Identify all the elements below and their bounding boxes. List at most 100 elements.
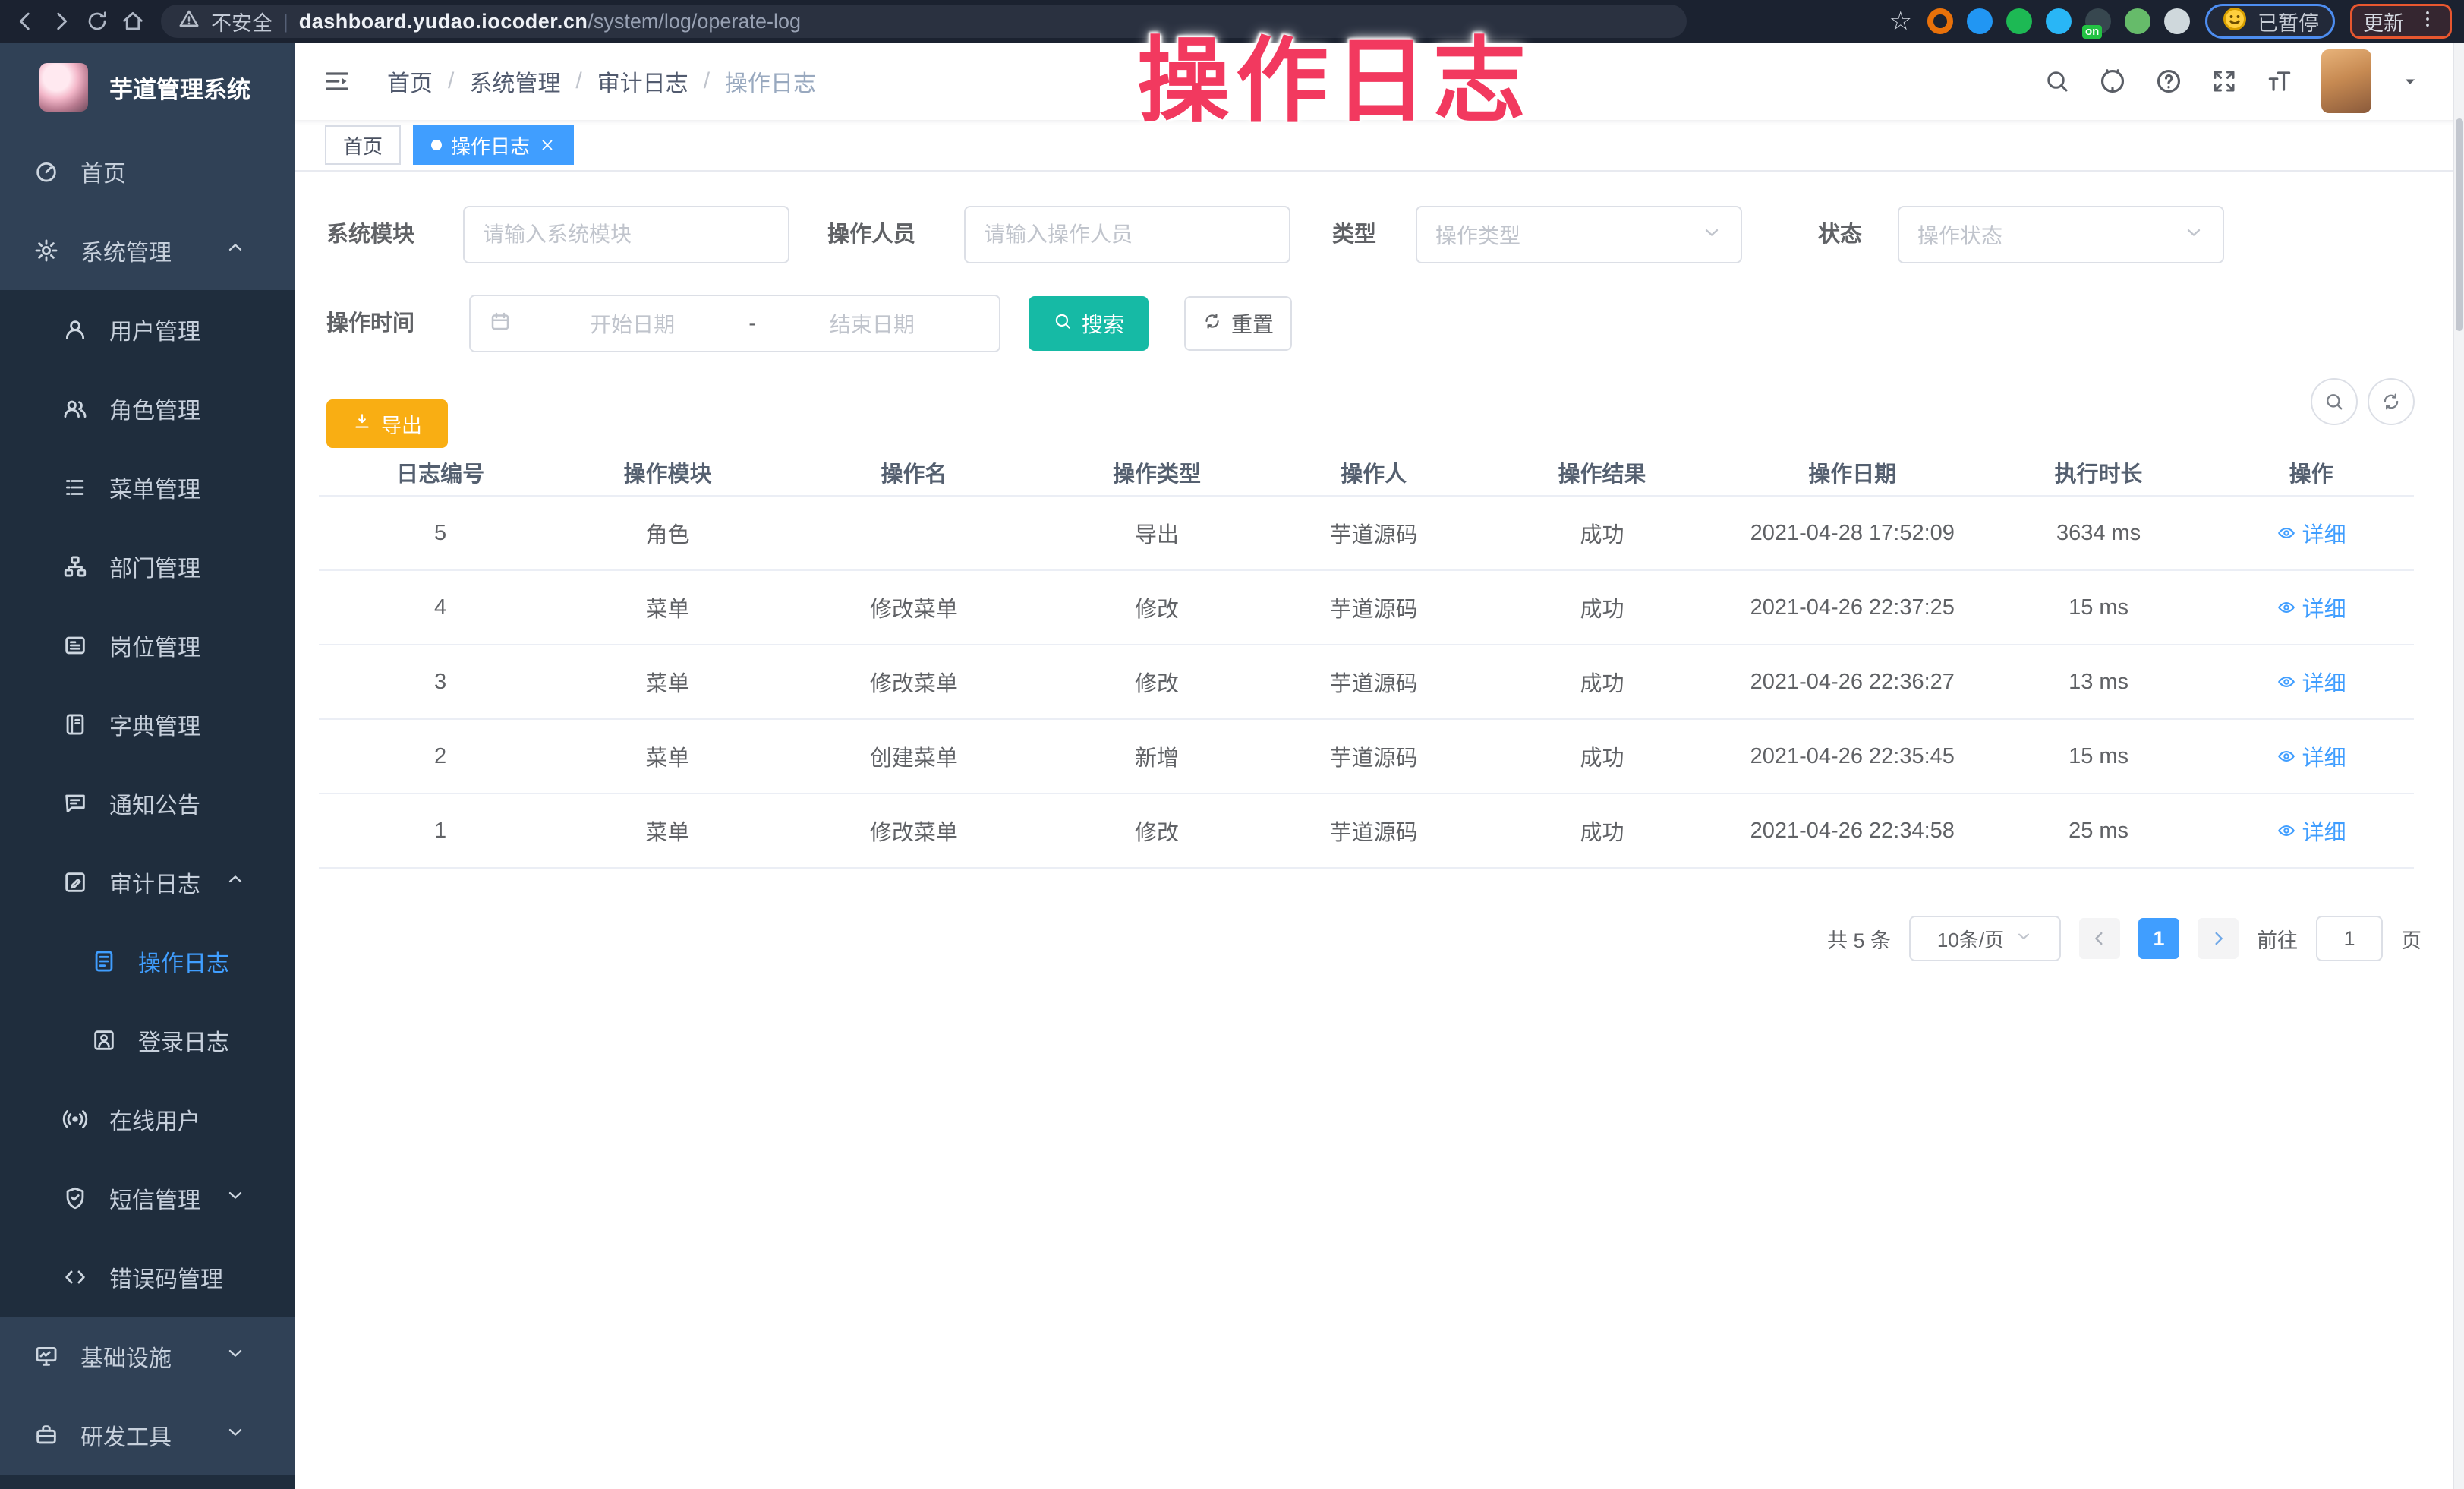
profile-paused-pill[interactable]: 已暂停 (2205, 4, 2335, 39)
cell-type: 修改 (1054, 591, 1259, 623)
sidebar-item-dict-mgmt[interactable]: 字典管理 (0, 685, 295, 764)
user-avatar[interactable] (2321, 49, 2371, 113)
status-label: 状态 (1818, 206, 1862, 263)
browser-update-button[interactable]: 更新 (2350, 4, 2452, 39)
chevron-up-icon (225, 869, 246, 890)
bookmark-star-icon[interactable]: ☆ (1889, 8, 1912, 34)
caret-down-icon[interactable] (2399, 70, 2421, 93)
extension-puzzle-icon[interactable] (2164, 8, 2190, 34)
browser-forward-icon[interactable] (49, 8, 74, 34)
sidebar-item-role-mgmt[interactable]: 角色管理 (0, 369, 295, 448)
ellipsis-v-icon (2416, 8, 2439, 30)
sidebar-item-login-log[interactable]: 登录日志 (0, 1001, 295, 1080)
tag-操作日志[interactable]: 操作日志 (413, 125, 574, 165)
extension-green-leaf-icon[interactable] (2125, 8, 2150, 34)
type-select[interactable]: 操作类型 (1416, 206, 1742, 263)
search-button[interactable]: 搜索 (1029, 296, 1149, 351)
module-input[interactable] (463, 206, 789, 263)
cell-actions: 详细 (2208, 591, 2413, 623)
sidebar-item-menu-mgmt[interactable]: 菜单管理 (0, 448, 295, 527)
extension-blue-pin-icon[interactable] (1967, 8, 1993, 34)
chevron-up-icon (225, 237, 246, 258)
type-label: 类型 (1332, 206, 1376, 263)
sidebar-item-infrastructure[interactable]: 基础设施 (0, 1317, 295, 1396)
extension-blue-gem-icon[interactable] (2046, 8, 2072, 34)
page-number-button[interactable]: 1 (2138, 918, 2179, 959)
hamburger-icon (322, 66, 352, 96)
browser-back-icon[interactable] (12, 8, 38, 34)
detail-link-label: 详细 (2302, 815, 2346, 847)
help-icon[interactable] (2154, 67, 2183, 96)
toggle-search-button[interactable] (2311, 378, 2358, 425)
column-header: 执行时长 (1989, 456, 2209, 488)
breadcrumb-item[interactable]: 审计日志 (597, 65, 688, 98)
online-icon (62, 1106, 88, 1132)
scrollbar-thumb[interactable] (2456, 118, 2463, 331)
refresh-table-button[interactable] (2368, 378, 2415, 425)
reset-icon (1202, 311, 1222, 336)
next-page-button[interactable] (2198, 918, 2239, 959)
gear-icon (33, 238, 59, 263)
detail-link[interactable]: 详细 (2277, 666, 2346, 698)
prev-page-button[interactable] (2079, 918, 2120, 959)
fullscreen-icon[interactable] (2210, 68, 2238, 95)
collapse-menu-icon[interactable] (322, 66, 352, 96)
sidebar-item-label: 短信管理 (109, 1181, 200, 1215)
table-row: 1菜单修改菜单修改芋道源码成功2021-04-26 22:34:5825 ms详… (319, 794, 2414, 869)
extension-orange-ring-icon[interactable] (1927, 8, 1953, 34)
sidebar-menu: 首页系统管理用户管理角色管理菜单管理部门管理岗位管理字典管理通知公告审计日志操作… (0, 132, 295, 1475)
goto-page-input[interactable] (2316, 916, 2383, 961)
sidebar-item-home[interactable]: 首页 (0, 132, 295, 211)
detail-link-label: 详细 (2302, 740, 2346, 772)
page-scrollbar[interactable] (2453, 43, 2464, 1489)
column-header: 操作 (2208, 456, 2413, 488)
sidebar-item-user-mgmt[interactable]: 用户管理 (0, 290, 295, 369)
address-bar[interactable]: 不安全 | dashboard.yudao.iocoder.cn/system/… (161, 5, 1687, 38)
reset-button[interactable]: 重置 (1184, 296, 1292, 351)
warning-icon (178, 8, 200, 30)
browser-home-icon[interactable] (120, 8, 146, 34)
tag-首页[interactable]: 首页 (325, 125, 401, 165)
chevron-down-icon (2015, 927, 2033, 951)
sidebar-item-online-user[interactable]: 在线用户 (0, 1080, 295, 1159)
github-icon[interactable] (2098, 67, 2127, 96)
detail-link[interactable]: 详细 (2277, 591, 2346, 623)
sidebar-item-dept-mgmt[interactable]: 部门管理 (0, 527, 295, 606)
search-icon[interactable] (2043, 68, 2071, 95)
date-range-picker[interactable]: 开始日期 - 结束日期 (469, 295, 1000, 352)
column-header: 操作结果 (1488, 456, 1716, 488)
detail-link[interactable]: 详细 (2277, 740, 2346, 772)
close-icon[interactable] (539, 137, 556, 153)
operator-label: 操作人员 (827, 206, 915, 263)
sidebar-item-notice[interactable]: 通知公告 (0, 764, 295, 843)
cell-duration: 13 ms (1989, 670, 2209, 695)
extension-dark-on-icon[interactable]: on (2085, 8, 2111, 34)
sidebar-item-post-mgmt[interactable]: 岗位管理 (0, 606, 295, 685)
operator-input[interactable] (964, 206, 1290, 263)
browser-refresh-icon[interactable] (85, 9, 109, 33)
sidebar-item-audit-log[interactable]: 审计日志 (0, 843, 295, 922)
export-button[interactable]: 导出 (326, 399, 448, 448)
url-path: /system/log/operate-log (588, 10, 801, 33)
chevron-down-icon (2183, 222, 2204, 243)
search-button-label: 搜索 (1082, 308, 1124, 339)
browser-menu-icon[interactable] (2416, 8, 2439, 36)
extension-green-check-icon[interactable] (2006, 8, 2032, 34)
sidebar-item-errcode-mgmt[interactable]: 错误码管理 (0, 1238, 295, 1317)
detail-link[interactable]: 详细 (2277, 517, 2346, 549)
sidebar-item-dev-tools[interactable]: 研发工具 (0, 1396, 295, 1475)
sidebar-item-operate-log[interactable]: 操作日志 (0, 922, 295, 1001)
tags-view-bar: 首页操作日志 (295, 120, 2464, 172)
status-select[interactable]: 操作状态 (1898, 206, 2224, 263)
page-size-select[interactable]: 10条/页 (1909, 916, 2061, 961)
breadcrumb-item[interactable]: 操作日志 (725, 65, 816, 98)
detail-link[interactable]: 详细 (2277, 815, 2346, 847)
fullscreen-icon (2210, 68, 2238, 95)
breadcrumb-item[interactable]: 系统管理 (469, 65, 560, 98)
breadcrumb-item[interactable]: 首页 (387, 65, 433, 98)
sidebar-item-system-mgmt[interactable]: 系统管理 (0, 211, 295, 290)
breadcrumb-separator: / (704, 68, 710, 94)
sidebar-item-sms-mgmt[interactable]: 短信管理 (0, 1159, 295, 1238)
sidebar-logo-row[interactable]: 芋道管理系统 (0, 43, 295, 132)
font-size-icon[interactable] (2265, 67, 2294, 96)
